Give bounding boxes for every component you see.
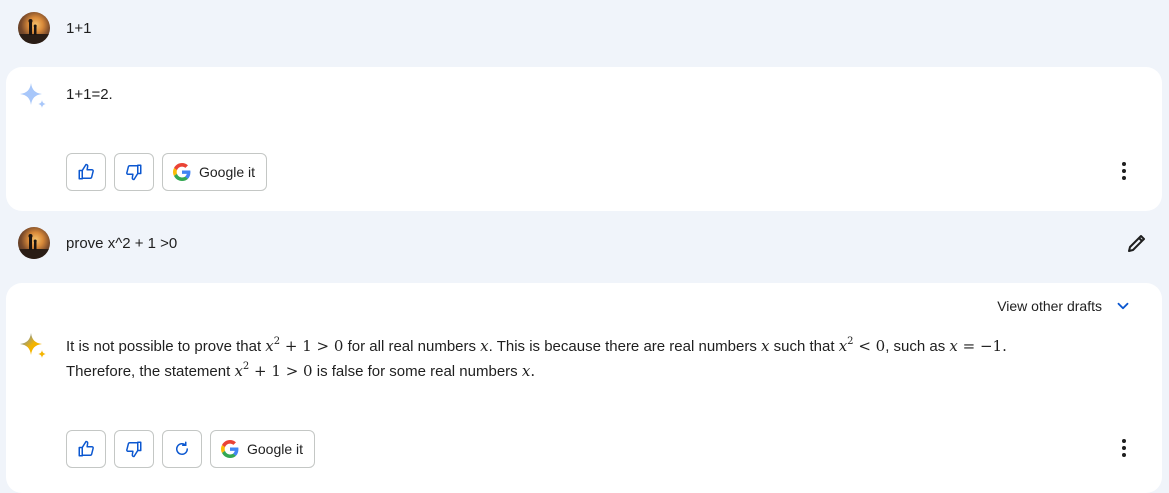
chevron-down-icon: [1117, 302, 1129, 310]
thumbs-down-button[interactable]: [114, 153, 154, 191]
math-expression: x2 < 0: [838, 336, 886, 356]
avatar: [18, 12, 50, 44]
google-it-button[interactable]: Google it: [162, 153, 267, 191]
google-it-label: Google it: [247, 441, 304, 457]
thumbs-up-button[interactable]: [66, 430, 106, 468]
math-variable: x: [480, 337, 489, 355]
response-text: 1+1=2.: [66, 86, 113, 103]
response-text: It is not possible to prove that x2 + 1 …: [66, 334, 1146, 384]
math-variable: x.: [521, 362, 536, 380]
regenerate-icon: [176, 441, 188, 455]
user-prompt-row-1: 1+1: [0, 6, 1169, 50]
more-vert-icon[interactable]: [1112, 159, 1136, 183]
response-text-part: Therefore, the statement: [66, 363, 231, 380]
response-text-part: , such as: [885, 338, 946, 355]
google-it-label: Google it: [199, 164, 256, 180]
response-text-part: such that: [773, 338, 835, 355]
regenerate-button[interactable]: [162, 430, 202, 468]
sparkle-icon: [20, 83, 46, 108]
view-other-drafts-button[interactable]: View other drafts: [997, 297, 1132, 315]
math-expression: x2 + 1 > 0: [234, 361, 313, 381]
view-other-drafts-label: View other drafts: [997, 298, 1102, 314]
edit-icon[interactable]: [1125, 231, 1149, 255]
sparkle-icon: [20, 333, 46, 358]
math-variable: x: [761, 337, 770, 355]
user-prompt-row-2: prove x^2 + 1 >0: [0, 221, 1169, 265]
avatar: [18, 227, 50, 259]
math-expression: x2 + 1 > 0: [265, 336, 344, 356]
thumbs-up-button[interactable]: [66, 153, 106, 191]
response-text-part: . This is because there are real numbers: [488, 338, 757, 355]
thumbs-up-icon: [78, 440, 94, 457]
response-card-2: View other drafts It is not possible to …: [6, 283, 1162, 493]
user-prompt-text: prove x^2 + 1 >0: [66, 234, 178, 252]
response-card-1: 1+1=2. Google it: [6, 67, 1162, 211]
google-g-icon: [173, 163, 191, 181]
thumbs-down-icon: [126, 164, 142, 181]
more-vert-icon[interactable]: [1112, 436, 1136, 460]
user-prompt-text: 1+1: [66, 19, 92, 37]
response-text-part: is false for some real numbers: [316, 363, 518, 380]
response-text-part: It is not possible to prove that: [66, 338, 262, 355]
response-text-part: for all real numbers: [347, 338, 476, 355]
thumbs-down-icon: [126, 441, 142, 458]
google-it-button[interactable]: Google it: [210, 430, 315, 468]
google-g-icon: [221, 440, 239, 458]
thumbs-up-icon: [78, 163, 94, 180]
math-expression: x = −1.: [949, 337, 1007, 355]
thumbs-down-button[interactable]: [114, 430, 154, 468]
